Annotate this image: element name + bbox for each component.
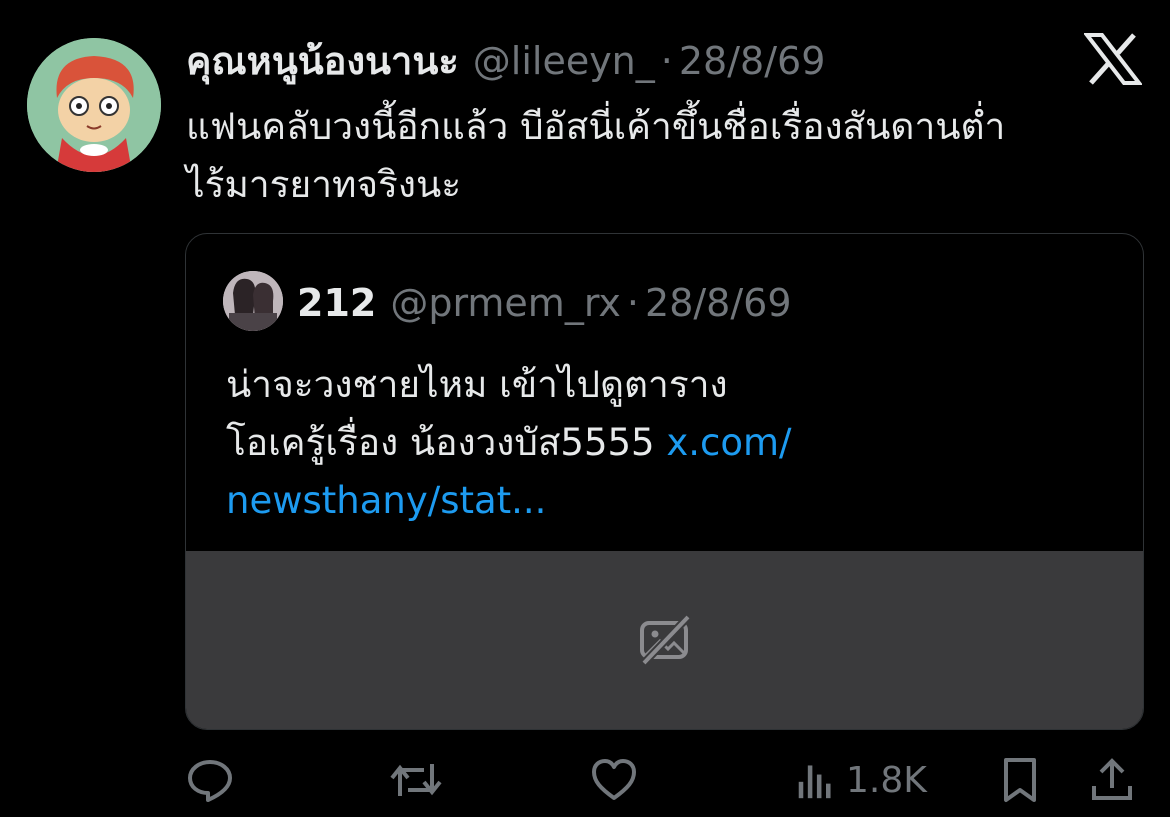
quoted-link-continued[interactable]: newsthany/stat... [226, 472, 1106, 530]
retweet-button[interactable] [388, 752, 444, 808]
quoted-text-span: โอเครู้เรื่อง น้องวงบัส5555 [226, 421, 655, 464]
like-button[interactable] [590, 752, 638, 808]
reply-button[interactable] [186, 752, 234, 808]
quoted-tweet-card[interactable]: 212 @prmem_rx · 28/8/69 น่าจะวงชายไหม เข… [185, 233, 1144, 730]
quoted-link[interactable]: x.com/ [666, 421, 791, 464]
bookmark-button[interactable] [996, 752, 1044, 808]
x-logo-icon [1082, 33, 1144, 85]
quoted-tweet-body: น่าจะวงชายไหม เข้าไปดูตาราง โอเครู้เรื่อ… [226, 356, 1106, 530]
quoted-author-avatar[interactable] [223, 271, 283, 331]
tweet-text-line: ไร้มารยาทจริงนะ [186, 163, 462, 206]
header-separator: · [660, 39, 673, 83]
quoted-text-line: น่าจะวงชายไหม เข้าไปดูตาราง [226, 363, 728, 406]
tweet-body: แฟนคลับวงนี้อีกแล้ว บีอัสนี่เค้าขึ้นชื่อ… [186, 98, 1136, 214]
quoted-tweet-header: 212 @prmem_rx · 28/8/69 [297, 278, 792, 328]
quoted-date[interactable]: 28/8/69 [645, 278, 792, 328]
author-avatar[interactable] [27, 38, 161, 172]
quoted-display-name[interactable]: 212 [297, 278, 376, 328]
heart-icon [592, 759, 636, 800]
author-display-name[interactable]: คุณหนูน้องนานะ [186, 36, 459, 86]
media-placeholder[interactable] [186, 551, 1143, 729]
views-bar-chart-icon [798, 765, 831, 799]
author-handle[interactable]: @lileeyn_ [473, 36, 655, 86]
avatar-image [27, 38, 161, 172]
views-button[interactable]: 1.8K [796, 752, 927, 808]
retweet-icon [390, 764, 442, 796]
reply-icon [188, 760, 232, 802]
tweet-date[interactable]: 28/8/69 [679, 36, 826, 86]
quoted-handle[interactable]: @prmem_rx [390, 278, 621, 328]
tweet-header: คุณหนูน้องนานะ @lileeyn_ · 28/8/69 [186, 36, 825, 86]
quoted-avatar-image [223, 271, 283, 331]
tweet-action-bar: 1.8K [186, 752, 1136, 808]
bookmark-icon [1004, 758, 1036, 802]
views-count: 1.8K [846, 759, 927, 801]
image-off-icon [638, 613, 692, 667]
share-icon [1092, 758, 1132, 800]
quoted-header-separator: · [626, 281, 640, 325]
quoted-text-line: โอเครู้เรื่อง น้องวงบัส5555 x.com/ [226, 414, 1106, 472]
tweet-text-line: แฟนคลับวงนี้อีกแล้ว บีอัสนี่เค้าขึ้นชื่อ… [186, 105, 1006, 148]
share-button[interactable] [1088, 752, 1136, 808]
